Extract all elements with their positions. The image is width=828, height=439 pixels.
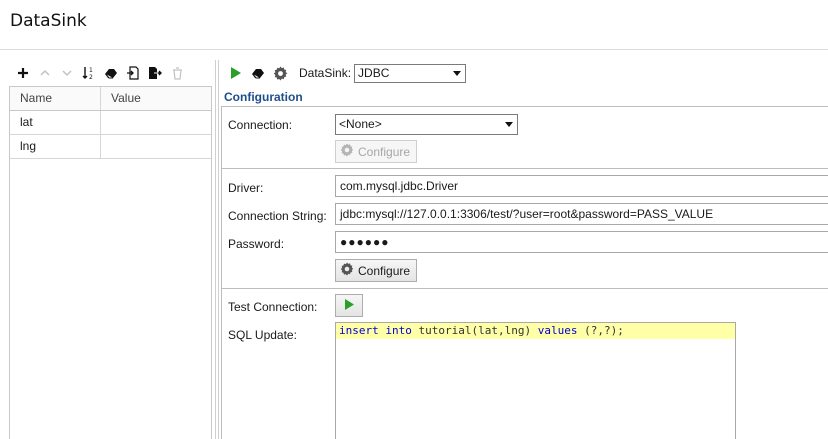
table-header: Name Value xyxy=(10,87,211,111)
chevron-down-icon xyxy=(453,70,462,76)
connection-string-field[interactable]: jdbc:mysql://127.0.0.1:3306/test/?user=r… xyxy=(335,203,828,225)
configure-button[interactable]: Configure xyxy=(335,259,418,282)
row-name-cell[interactable]: lat xyxy=(10,111,101,134)
divider xyxy=(222,168,828,169)
eraser-icon[interactable] xyxy=(247,62,269,84)
datasink-select-value: JDBC xyxy=(358,65,390,80)
import-icon[interactable] xyxy=(122,62,144,84)
export-icon[interactable] xyxy=(144,62,166,84)
play-icon[interactable] xyxy=(225,62,247,84)
connection-select-value: <None> xyxy=(339,117,382,131)
gear-icon xyxy=(340,262,354,279)
configuration-title: Configuration xyxy=(224,90,303,104)
divider xyxy=(222,288,828,289)
configure-label: Configure xyxy=(358,263,411,278)
sql-keyword: insert xyxy=(339,324,379,337)
gear-icon[interactable] xyxy=(269,62,291,84)
svg-text:1: 1 xyxy=(89,67,93,74)
panel-splitter[interactable] xyxy=(215,60,219,439)
sql-params: (?,?); xyxy=(577,324,624,337)
password-label: Password: xyxy=(228,237,285,251)
datasink-label: DataSink: xyxy=(299,66,352,80)
configure-label: Configure xyxy=(358,144,411,159)
title-bar: DataSink xyxy=(0,0,828,50)
sort-icon[interactable]: 12 xyxy=(78,62,100,84)
datasink-toolbar: DataSink: JDBC xyxy=(225,62,467,84)
row-value-cell[interactable] xyxy=(101,135,211,158)
column-header-value[interactable]: Value xyxy=(101,87,211,110)
connection-label: Connection: xyxy=(228,118,293,132)
sql-line: insert into tutorial(lat,lng) values (?,… xyxy=(336,323,735,339)
sql-table: tutorial(lat,lng) xyxy=(411,324,538,337)
datasink-select[interactable]: JDBC xyxy=(354,63,467,83)
password-field[interactable]: ●●●●●● xyxy=(335,231,828,253)
sql-keyword: values xyxy=(537,324,578,337)
configure-connection-button[interactable]: Configure xyxy=(335,140,418,163)
sql-update-label: SQL Update: xyxy=(228,328,297,342)
gear-icon xyxy=(340,143,354,160)
table-row[interactable]: lat xyxy=(10,111,211,135)
sql-update-editor[interactable]: insert into tutorial(lat,lng) values (?,… xyxy=(335,322,736,439)
driver-field[interactable]: com.mysql.jdbc.Driver xyxy=(335,175,828,197)
arrow-down-icon[interactable] xyxy=(56,62,78,84)
svg-text:2: 2 xyxy=(89,74,93,80)
window-title: DataSink xyxy=(10,11,87,31)
variables-table: Name Value lat lng xyxy=(9,86,212,439)
trash-icon[interactable] xyxy=(166,62,188,84)
connection-string-label: Connection String: xyxy=(228,209,327,223)
variables-toolbar: 12 xyxy=(12,62,188,84)
sql-keyword: into xyxy=(385,324,412,337)
arrow-up-icon[interactable] xyxy=(34,62,56,84)
play-icon xyxy=(344,298,355,314)
row-value-cell[interactable] xyxy=(101,111,211,134)
connection-select[interactable]: <None> xyxy=(335,114,518,135)
test-connection-button[interactable] xyxy=(335,294,363,317)
driver-label: Driver: xyxy=(228,181,264,195)
plus-icon[interactable] xyxy=(12,62,34,84)
chevron-down-icon xyxy=(505,122,513,127)
table-row[interactable]: lng xyxy=(10,135,211,159)
column-header-name[interactable]: Name xyxy=(10,87,101,110)
configuration-panel: Connection: <None> Configure Driver: com… xyxy=(221,106,828,439)
row-name-cell[interactable]: lng xyxy=(10,135,101,158)
test-connection-label: Test Connection: xyxy=(228,300,318,314)
eraser-icon[interactable] xyxy=(100,62,122,84)
